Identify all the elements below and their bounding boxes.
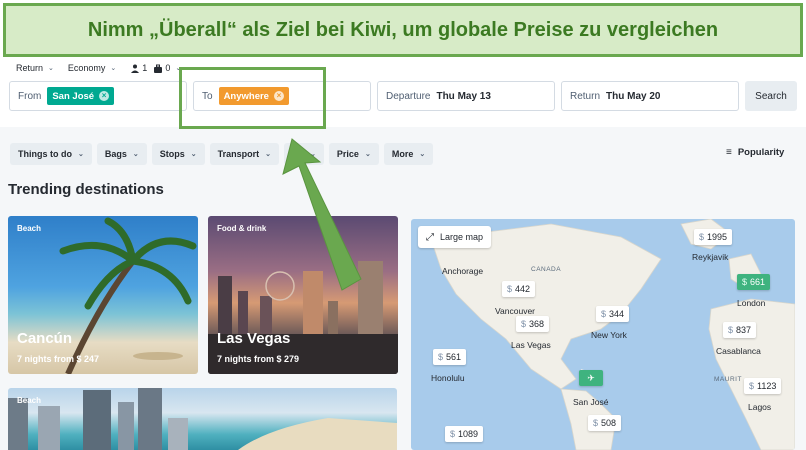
region-label: MAURIT <box>714 376 742 383</box>
city-label: New York <box>591 330 627 340</box>
filter-bar: Things to do ⌄ Bags ⌄ Stops ⌄ Transport ⌄ Du… <box>10 143 438 165</box>
cabin-select[interactable]: Economy ⌄ <box>68 63 116 73</box>
filter-duration[interactable]: Du ⌄ <box>284 143 324 165</box>
price-pin-cheapest[interactable]: $661 <box>737 274 771 290</box>
airplane-icon: ✈ <box>587 372 595 383</box>
sort-label: Popularity <box>737 147 785 158</box>
city-label: Honolulu <box>431 373 465 383</box>
palm-tree-image <box>59 217 197 374</box>
bags-count: 0 <box>165 63 171 73</box>
sort-popularity[interactable]: ≡ Popularity <box>726 147 784 158</box>
card-city: Cancún <box>17 330 73 347</box>
price-pin[interactable]: $837 <box>723 322 757 338</box>
from-chip[interactable]: San José × <box>47 87 115 105</box>
city-skyline-image <box>208 261 398 374</box>
price-pin[interactable]: $508 <box>588 415 622 431</box>
filter-bags[interactable]: Bags ⌄ <box>96 143 147 165</box>
filter-label: Bags <box>104 149 127 159</box>
price-pin[interactable]: $344 <box>596 306 630 322</box>
filter-price[interactable]: Price ⌄ <box>328 143 379 165</box>
close-icon[interactable]: × <box>99 91 110 101</box>
chevron-down-icon: ⌄ <box>78 151 84 158</box>
city-label: Lagos <box>748 402 772 412</box>
return-value: Thu May 20 <box>606 90 661 102</box>
filter-more[interactable]: More ⌄ <box>383 143 434 165</box>
filter-label: Price <box>336 149 359 159</box>
large-map-button[interactable]: ⤢ Large map <box>418 226 492 248</box>
annotation-highlight-box <box>179 67 326 129</box>
city-label: Anchorage <box>442 266 484 276</box>
city-label: London <box>737 298 766 308</box>
price-pin[interactable]: $1995 <box>694 229 733 245</box>
departure-label: Departure <box>386 90 431 102</box>
trip-type-label: Return <box>16 63 44 73</box>
destination-card-beach[interactable]: Beach <box>8 388 397 450</box>
region-label: CANADA <box>531 266 562 273</box>
bags-select[interactable]: 0 ⌄ <box>153 63 181 73</box>
chevron-down-icon: ⌄ <box>310 151 316 158</box>
destination-card-las-vegas[interactable]: Food & drink Las Vegas 7 nights from $ 2… <box>208 216 398 374</box>
filter-label: Stops <box>159 149 185 159</box>
chevron-down-icon: ⌄ <box>132 151 139 158</box>
adults-count: 1 <box>142 63 148 73</box>
from-field[interactable]: From San José × <box>9 81 187 111</box>
bag-icon <box>154 64 163 73</box>
person-icon <box>131 64 140 73</box>
price-pin[interactable]: $1123 <box>744 378 782 394</box>
origin-pin[interactable]: ✈ <box>579 370 603 386</box>
filter-label: Du <box>292 149 305 159</box>
passengers-select[interactable]: 1 <box>130 63 147 73</box>
sort-icon: ≡ <box>726 147 732 158</box>
filter-stops[interactable]: Stops ⌄ <box>151 143 205 165</box>
large-map-label: Large map <box>440 232 484 242</box>
card-price: 7 nights from $ 279 <box>217 354 300 364</box>
card-city: Las Vegas <box>217 330 291 347</box>
annotation-text: Nimm „Überall“ als Ziel bei Kiwi, um glo… <box>87 18 719 41</box>
return-label: Return <box>570 90 601 102</box>
departure-value: Thu May 13 <box>436 90 491 102</box>
search-options: Return ⌄ Economy ⌄ 1 0 ⌄ <box>16 62 187 74</box>
price-pin[interactable]: $442 <box>502 281 536 297</box>
destination-card-cancun[interactable]: Beach Cancún 7 nights from $ 247 <box>8 216 198 374</box>
filter-label: More <box>391 149 414 159</box>
destinations-map[interactable]: ⤢ Large map CANADA MAURIT $1995 Reykjavi… <box>411 219 795 450</box>
return-field[interactable]: Return Thu May 20 <box>561 81 739 111</box>
chevron-down-icon: ⌄ <box>419 151 426 158</box>
expand-icon: ⤢ <box>426 231 434 243</box>
card-price: 7 nights from $ 247 <box>17 354 100 364</box>
filter-transport[interactable]: Transport ⌄ <box>209 143 280 165</box>
from-chip-label: San José <box>52 90 95 102</box>
city-label: Reykjavik <box>692 252 729 262</box>
city-beach-image <box>8 388 397 450</box>
chevron-down-icon: ⌄ <box>364 151 371 158</box>
chevron-down-icon: ⌄ <box>265 151 272 158</box>
price-pin[interactable]: $1089 <box>445 426 484 442</box>
cabin-label: Economy <box>67 63 106 73</box>
city-label: Las Vegas <box>511 340 551 350</box>
city-label: Casablanca <box>716 346 761 356</box>
price-pin[interactable]: $561 <box>433 349 467 365</box>
from-label: From <box>18 90 42 102</box>
filter-label: Transport <box>217 149 260 159</box>
chevron-down-icon: ⌄ <box>110 65 117 72</box>
card-tag: Food & drink <box>217 224 267 233</box>
city-label: Vancouver <box>495 306 536 316</box>
search-button[interactable]: Search <box>745 81 797 111</box>
trip-type-select[interactable]: Return ⌄ <box>16 63 54 73</box>
chevron-down-icon: ⌄ <box>190 151 197 158</box>
price-pin[interactable]: $368 <box>516 316 550 332</box>
card-tag: Beach <box>17 224 42 233</box>
city-label: San José <box>573 397 609 407</box>
chevron-down-icon: ⌄ <box>48 65 54 72</box>
filter-things-to-do[interactable]: Things to do ⌄ <box>10 143 92 165</box>
departure-field[interactable]: Departure Thu May 13 <box>377 81 555 111</box>
card-tag: Beach <box>17 396 42 405</box>
annotation-banner: Nimm „Überall“ als Ziel bei Kiwi, um glo… <box>3 3 803 57</box>
filter-label: Things to do <box>18 149 72 159</box>
section-title: Trending destinations <box>8 181 164 198</box>
